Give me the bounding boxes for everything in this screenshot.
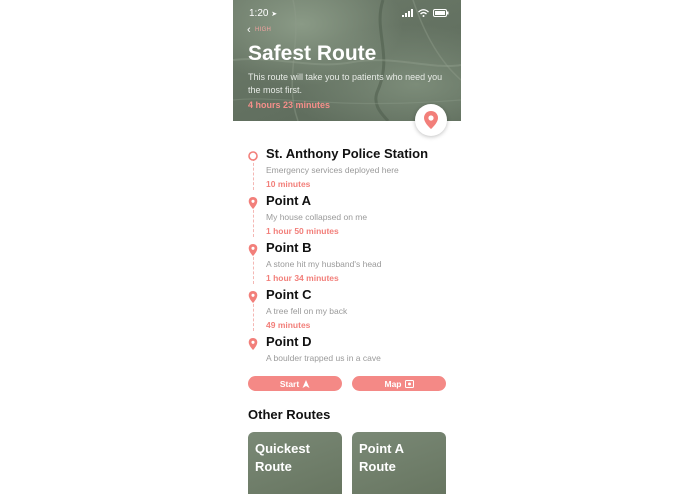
route-card-label: Point A Route xyxy=(359,441,404,474)
stop-travel-time: 49 minutes xyxy=(266,320,311,330)
stop-travel-time: 10 minutes xyxy=(266,179,311,189)
map-button[interactable]: Map xyxy=(352,376,446,391)
stop-description: A boulder trapped us in a cave xyxy=(266,353,381,363)
stop-name: Point C xyxy=(266,287,312,302)
map-icon xyxy=(404,379,414,388)
route-card-point-a[interactable]: Point A Route xyxy=(352,432,446,494)
battery-icon xyxy=(433,9,449,17)
route-duration: 4 hours 23 minutes xyxy=(248,100,331,110)
phone-screen: 1:20 ➤ ‹ HIGH Safest Route This route wi… xyxy=(233,0,461,494)
route-card-quickest[interactable]: Quickest Route xyxy=(248,432,342,494)
map-pin-icon xyxy=(424,111,438,129)
status-bar: 1:20 ➤ xyxy=(249,8,449,22)
route-connector xyxy=(252,252,254,284)
map-pin-icon xyxy=(248,291,258,303)
wifi-icon xyxy=(418,9,429,17)
location-pin-button[interactable] xyxy=(415,104,447,136)
stop-travel-time: 1 hour 50 minutes xyxy=(266,226,339,236)
map-pin-icon xyxy=(248,338,258,350)
navigate-arrow-icon xyxy=(302,379,310,388)
stop-description: A tree fell on my back xyxy=(266,306,348,316)
stop-description: A stone hit my husband's head xyxy=(266,259,382,269)
signal-icon xyxy=(402,9,413,17)
route-card-label: Quickest Route xyxy=(255,441,310,474)
location-arrow-icon: ➤ xyxy=(271,11,278,18)
page-title: Safest Route xyxy=(248,42,377,65)
stop-name: Point D xyxy=(266,334,312,349)
map-button-label: Map xyxy=(384,378,402,389)
stop-name: Point B xyxy=(266,240,312,255)
route-description: This route will take you to patients who… xyxy=(248,72,443,95)
stop-travel-time: 1 hour 34 minutes xyxy=(266,273,339,283)
map-pin-icon xyxy=(248,197,258,209)
map-pin-icon xyxy=(248,244,258,256)
chevron-left-icon: ‹ xyxy=(247,24,251,36)
back-button[interactable]: ‹ HIGH xyxy=(247,24,272,36)
stop-description: Emergency services deployed here xyxy=(266,165,399,175)
start-button[interactable]: Start xyxy=(248,376,342,391)
origin-circle-icon xyxy=(248,151,258,161)
route-connector xyxy=(252,158,254,190)
stop-name: Point A xyxy=(266,193,312,208)
other-routes-title: Other Routes xyxy=(248,407,331,422)
route-connector xyxy=(252,205,254,237)
back-label: HIGH xyxy=(254,27,272,33)
start-button-label: Start xyxy=(279,378,300,389)
route-connector xyxy=(252,299,254,331)
route-header: 1:20 ➤ ‹ HIGH Safest Route This route wi… xyxy=(233,0,461,121)
status-time: 1:20 ➤ xyxy=(249,8,278,19)
stop-name: St. Anthony Police Station xyxy=(266,146,429,161)
stop-description: My house collapsed on me xyxy=(266,212,368,222)
